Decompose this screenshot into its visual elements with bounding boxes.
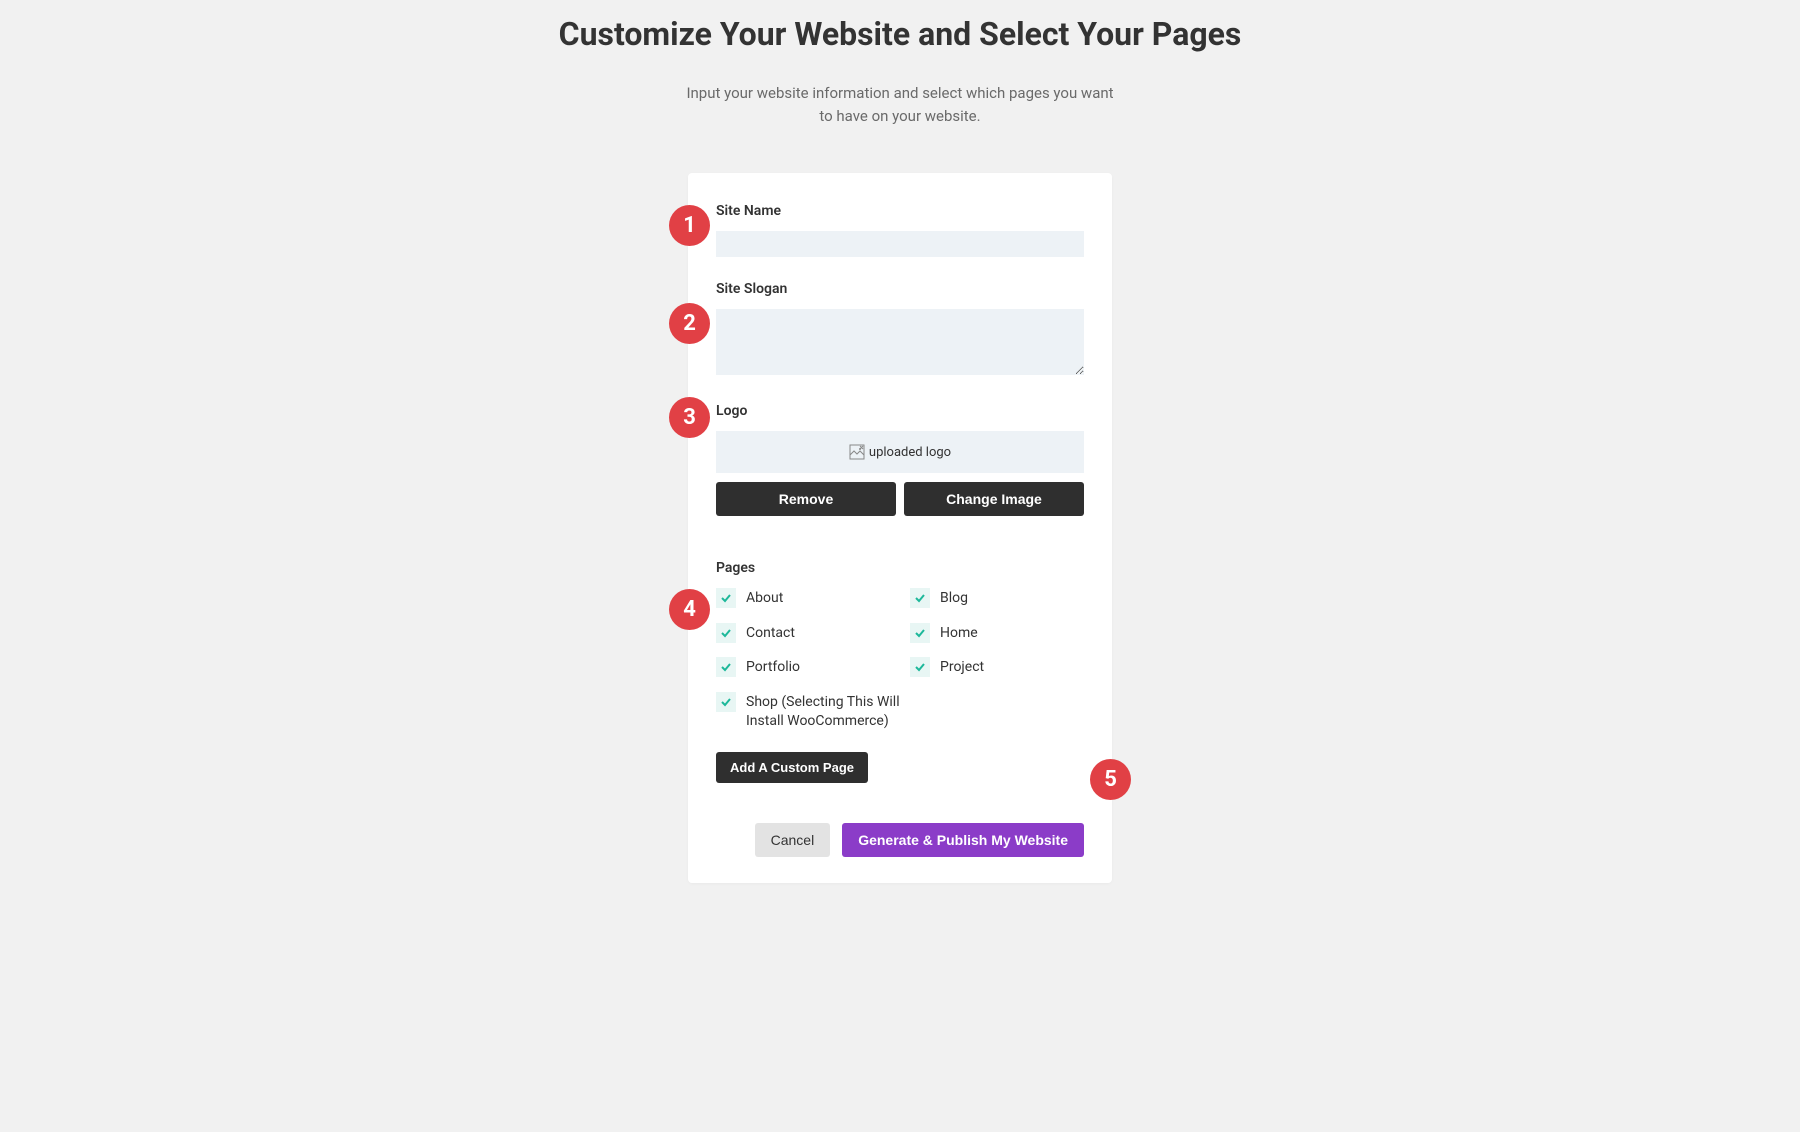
change-image-button[interactable]: Change Image [904,482,1084,516]
remove-logo-button[interactable]: Remove [716,482,896,516]
generate-publish-button[interactable]: Generate & Publish My Website [842,823,1084,857]
annotation-badge-2: 2 [669,303,710,344]
checkbox-contact[interactable] [716,623,736,643]
page-item-blog: Blog [910,588,1084,609]
page-label-portfolio: Portfolio [746,657,800,678]
page-item-about: About [716,588,890,609]
site-slogan-input[interactable] [716,309,1084,375]
annotation-badge-5: 5 [1090,759,1131,800]
page-item-project: Project [910,657,1084,678]
site-slogan-label: Site Slogan [716,281,1084,297]
checkbox-shop[interactable] [716,692,736,712]
page-item-shop: Shop (Selecting This Will Install WooCom… [716,692,907,732]
page-label-project: Project [940,657,984,678]
page-label-contact: Contact [746,623,795,644]
site-name-label: Site Name [716,203,1084,219]
checkbox-about[interactable] [716,588,736,608]
page-label-blog: Blog [940,588,968,609]
checkbox-portfolio[interactable] [716,657,736,677]
page-label-about: About [746,588,783,609]
form-card: 1 2 3 4 5 Site Name Site Slogan Logo upl… [688,173,1112,883]
logo-preview: uploaded logo [716,431,1084,473]
broken-image-icon: uploaded logo [849,444,951,460]
page-label-shop: Shop (Selecting This Will Install WooCom… [746,692,907,732]
logo-label: Logo [716,403,1084,419]
checkbox-project[interactable] [910,657,930,677]
add-custom-page-button[interactable]: Add A Custom Page [716,752,868,783]
pages-label: Pages [716,560,1084,576]
annotation-badge-3: 3 [669,397,710,438]
cancel-button[interactable]: Cancel [755,823,831,857]
annotation-badge-1: 1 [669,205,710,246]
page-subtitle: Input your website information and selec… [680,82,1120,127]
page-item-contact: Contact [716,623,890,644]
page-item-portfolio: Portfolio [716,657,890,678]
annotation-badge-4: 4 [669,589,710,630]
page-item-home: Home [910,623,1084,644]
checkbox-home[interactable] [910,623,930,643]
logo-alt-text: uploaded logo [869,445,951,460]
page-title: Customize Your Website and Select Your P… [550,14,1250,54]
site-name-input[interactable] [716,231,1084,257]
page-label-home: Home [940,623,978,644]
checkbox-blog[interactable] [910,588,930,608]
